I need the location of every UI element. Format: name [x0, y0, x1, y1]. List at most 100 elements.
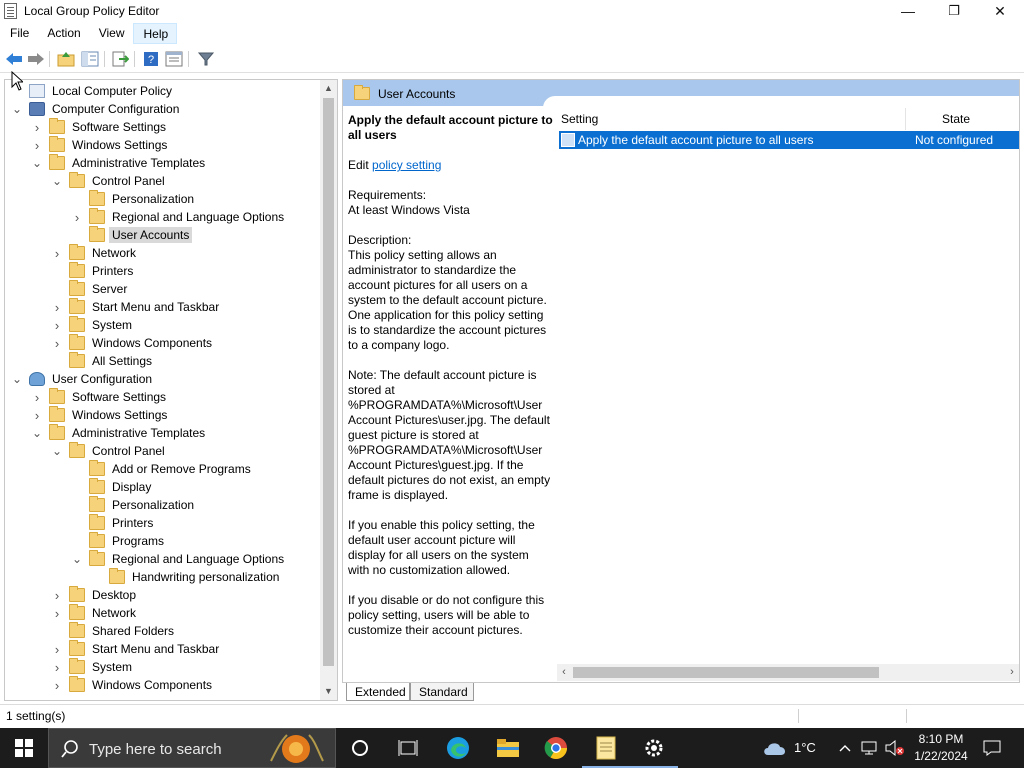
- up-folder-icon[interactable]: [56, 49, 76, 69]
- tree-scroll-thumb[interactable]: [323, 98, 334, 666]
- tree-item[interactable]: › Windows Components: [51, 676, 215, 694]
- tree-item[interactable]: Add or Remove Programs: [71, 460, 254, 478]
- tab-extended[interactable]: Extended: [346, 683, 410, 701]
- scroll-up-arrow-icon[interactable]: ▲: [320, 80, 337, 97]
- expand-chevron-icon[interactable]: ›: [51, 246, 63, 261]
- filter-icon[interactable]: [196, 49, 216, 69]
- task-view-icon[interactable]: [394, 734, 422, 762]
- collapse-chevron-icon[interactable]: ⌄: [51, 175, 63, 187]
- tree-item[interactable]: ⌄ Control Panel: [51, 442, 168, 460]
- start-button[interactable]: [0, 728, 48, 768]
- scroll-right-arrow-icon[interactable]: ›: [1005, 664, 1019, 681]
- column-header-setting[interactable]: Setting: [561, 112, 598, 126]
- taskbar-search-box[interactable]: Type here to search: [48, 728, 336, 768]
- expand-chevron-icon[interactable]: ›: [51, 336, 63, 351]
- show-hide-tree-icon[interactable]: [80, 49, 100, 69]
- volume-muted-icon[interactable]: [884, 734, 906, 762]
- expand-chevron-icon[interactable]: ›: [51, 318, 63, 333]
- menu-view[interactable]: View: [89, 23, 133, 44]
- tree-item[interactable]: › Software Settings: [31, 388, 169, 406]
- tree-item[interactable]: ⌄ Computer Configuration: [11, 100, 182, 118]
- tree-item[interactable]: › Start Menu and Taskbar: [51, 640, 222, 658]
- tree-item[interactable]: Handwriting personalization: [91, 568, 282, 586]
- weather-cloud-icon[interactable]: [760, 734, 790, 762]
- expand-chevron-icon[interactable]: ›: [31, 408, 43, 423]
- forward-arrow-icon[interactable]: [26, 49, 46, 69]
- scroll-down-arrow-icon[interactable]: ▼: [320, 683, 337, 700]
- menu-help[interactable]: Help: [132, 23, 178, 44]
- settings-gear-icon[interactable]: [630, 734, 678, 768]
- navigation-tree[interactable]: ▲ ▼ Local Computer Policy ⌄ Computer Confi…: [4, 79, 338, 701]
- properties-icon[interactable]: [164, 49, 184, 69]
- clock-date[interactable]: 1/22/2024: [910, 749, 972, 763]
- expand-chevron-icon[interactable]: ›: [71, 210, 83, 225]
- menu-action[interactable]: Action: [37, 23, 88, 44]
- cortana-icon[interactable]: [346, 734, 374, 762]
- collapse-chevron-icon[interactable]: ⌄: [31, 157, 43, 169]
- tree-item[interactable]: All Settings: [51, 352, 155, 370]
- tree-item[interactable]: › Network: [51, 244, 139, 262]
- tree-item[interactable]: ⌄ Administrative Templates: [31, 154, 208, 172]
- tree-item[interactable]: ⌄ Control Panel: [51, 172, 168, 190]
- tree-item[interactable]: ⌄ Administrative Templates: [31, 424, 208, 442]
- expand-chevron-icon[interactable]: ›: [31, 120, 43, 135]
- notification-center-icon[interactable]: [980, 734, 1004, 762]
- collapse-chevron-icon[interactable]: ⌄: [11, 373, 23, 385]
- expand-chevron-icon[interactable]: ›: [31, 138, 43, 153]
- collapse-chevron-icon[interactable]: ⌄: [71, 553, 83, 565]
- collapse-chevron-icon[interactable]: ⌄: [51, 445, 63, 457]
- back-arrow-icon[interactable]: [4, 49, 24, 69]
- list-horizontal-scrollbar[interactable]: ‹ ›: [557, 664, 1019, 681]
- close-button[interactable]: ✕: [977, 0, 1023, 22]
- maximize-button[interactable]: ❐: [931, 0, 977, 22]
- file-explorer-icon[interactable]: [494, 734, 522, 762]
- tree-item[interactable]: ⌄ User Configuration: [11, 370, 155, 388]
- tree-item[interactable]: Personalization: [71, 496, 197, 514]
- minimize-button[interactable]: —: [885, 0, 931, 22]
- show-hidden-icons-chevron-icon[interactable]: [836, 734, 854, 762]
- tree-item[interactable]: › Desktop: [51, 586, 139, 604]
- column-header-state[interactable]: State: [942, 112, 970, 126]
- export-list-icon[interactable]: [110, 49, 130, 69]
- tree-item[interactable]: Printers: [71, 514, 156, 532]
- tab-standard[interactable]: Standard: [410, 683, 474, 701]
- tree-item[interactable]: › Network: [51, 604, 139, 622]
- tree-item[interactable]: Printers: [51, 262, 136, 280]
- tree-item[interactable]: Server: [51, 280, 130, 298]
- tree-item[interactable]: Local Computer Policy: [11, 82, 175, 100]
- tree-item[interactable]: › System: [51, 316, 135, 334]
- tree-vertical-scrollbar[interactable]: ▲ ▼: [320, 80, 337, 700]
- expand-chevron-icon[interactable]: ›: [51, 300, 63, 315]
- list-scroll-thumb[interactable]: [573, 667, 879, 678]
- expand-chevron-icon[interactable]: ›: [51, 606, 63, 621]
- tree-item[interactable]: › System: [51, 658, 135, 676]
- tree-item[interactable]: › Windows Settings: [31, 406, 170, 424]
- list-item-policy[interactable]: Apply the default account picture to all…: [559, 131, 1019, 149]
- edge-browser-icon[interactable]: [444, 734, 472, 762]
- tree-item[interactable]: › Regional and Language Options: [71, 208, 287, 226]
- expand-chevron-icon[interactable]: ›: [51, 660, 63, 675]
- expand-chevron-icon[interactable]: ›: [51, 678, 63, 693]
- tree-item[interactable]: › Start Menu and Taskbar: [51, 298, 222, 316]
- policy-setting-link[interactable]: policy setting: [372, 158, 441, 172]
- collapse-chevron-icon[interactable]: ⌄: [31, 427, 43, 439]
- chrome-browser-icon[interactable]: [542, 734, 570, 762]
- weather-temperature[interactable]: 1°C: [794, 740, 816, 755]
- tree-item[interactable]: Programs: [71, 532, 167, 550]
- menu-file[interactable]: File: [0, 23, 37, 44]
- clock-time[interactable]: 8:10 PM: [918, 732, 964, 746]
- tree-item[interactable]: › Windows Settings: [31, 136, 170, 154]
- help-icon[interactable]: ?: [141, 49, 161, 69]
- collapse-chevron-icon[interactable]: ⌄: [11, 103, 23, 115]
- expand-chevron-icon[interactable]: ›: [51, 588, 63, 603]
- network-icon[interactable]: [860, 734, 882, 762]
- tree-item[interactable]: Personalization: [71, 190, 197, 208]
- tree-item[interactable]: User Accounts: [71, 226, 193, 244]
- gpedit-taskbar-icon[interactable]: [582, 734, 630, 768]
- scroll-left-arrow-icon[interactable]: ‹: [557, 664, 571, 681]
- tree-item[interactable]: ⌄ Regional and Language Options: [71, 550, 287, 568]
- tree-item[interactable]: Shared Folders: [51, 622, 177, 640]
- expand-chevron-icon[interactable]: ›: [31, 390, 43, 405]
- expand-chevron-icon[interactable]: ›: [51, 642, 63, 657]
- tree-item[interactable]: › Software Settings: [31, 118, 169, 136]
